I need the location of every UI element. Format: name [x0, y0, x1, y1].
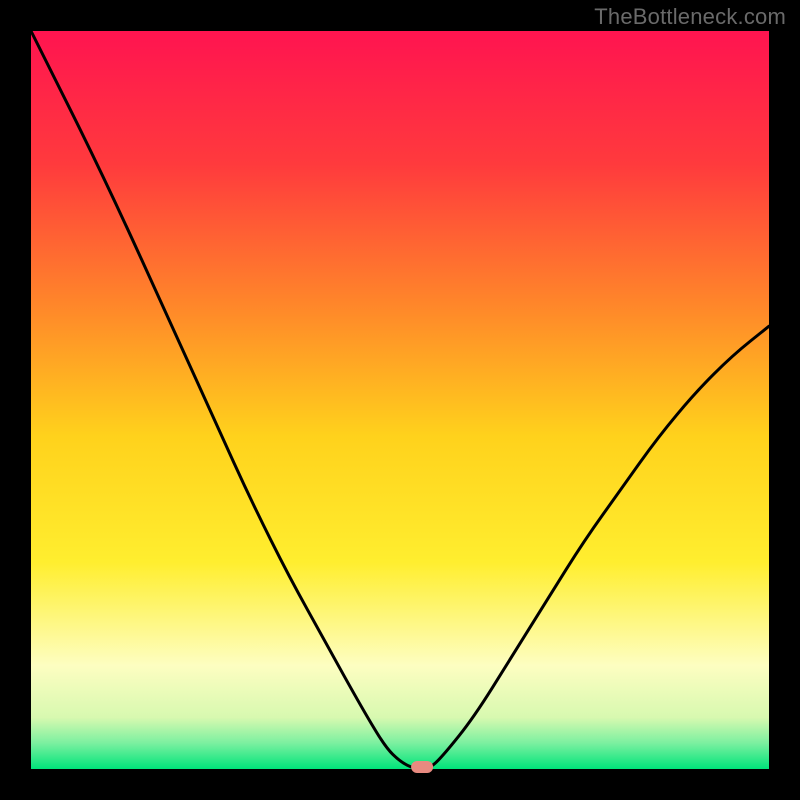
bottleneck-chart — [0, 0, 800, 800]
watermark-text: TheBottleneck.com — [594, 4, 786, 30]
chart-frame: TheBottleneck.com — [0, 0, 800, 800]
optimal-point-marker — [411, 761, 433, 773]
plot-background — [31, 31, 769, 769]
